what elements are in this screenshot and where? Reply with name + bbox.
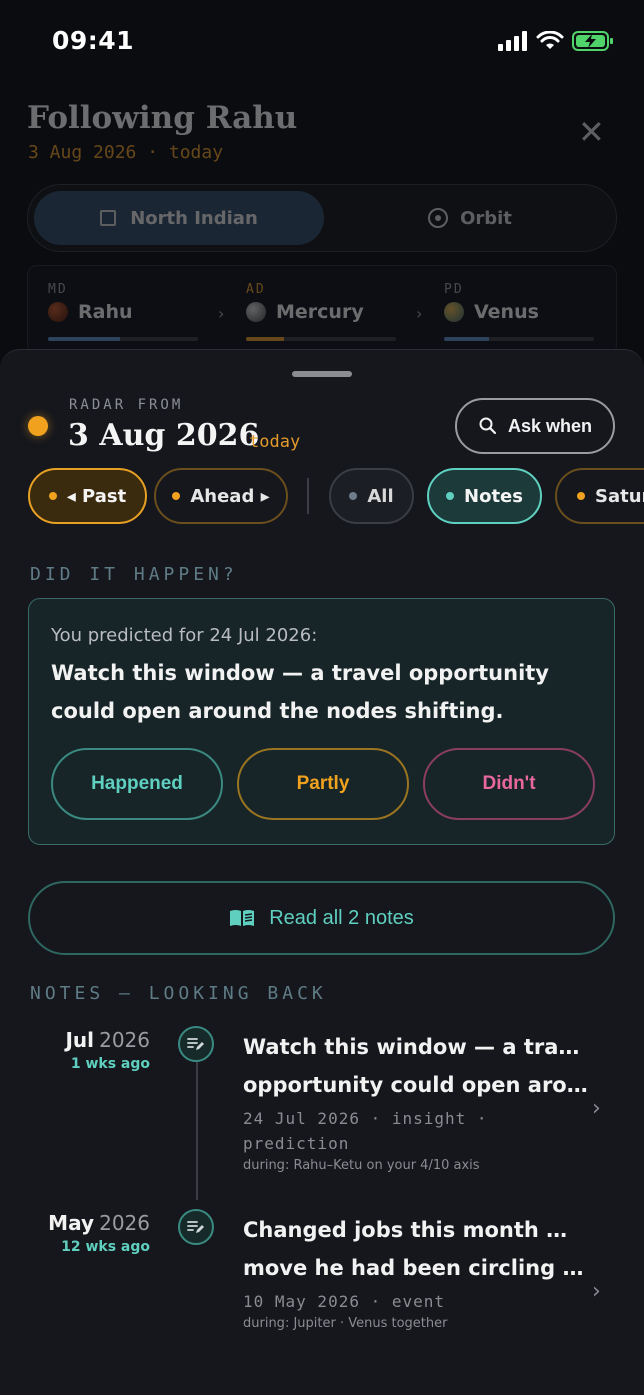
chip-dot (349, 492, 358, 500)
didnt-button[interactable]: Didn't (423, 748, 595, 820)
dasha-level-label: MD (48, 282, 68, 297)
radar-status-dot (28, 416, 48, 436)
note-item[interactable]: May 2026 12 wks ago Changed jobs this mo… (0, 1209, 644, 1341)
filter-chip-notes[interactable]: Notes (427, 468, 542, 524)
filter-chip-past[interactable]: ◂ Past (28, 468, 147, 524)
view-option-orbit[interactable]: Orbit (328, 191, 612, 245)
cellular-signal-icon (498, 31, 527, 51)
note-title-line: Changed jobs this month — the (243, 1218, 588, 1242)
note-body: Changed jobs this month — the move he ha… (243, 1211, 588, 1331)
chip-label: Notes (464, 485, 523, 507)
background-screen: Following Rahu 3 Aug 2026 · today ✕ Nort… (0, 80, 644, 380)
close-icon[interactable]: ✕ (578, 116, 605, 148)
happened-button[interactable]: Happened (51, 748, 223, 820)
venus-planet-icon (444, 302, 464, 322)
dasha-progress-bar (246, 337, 396, 341)
dasha-md[interactable]: MD Rahu (48, 282, 208, 341)
status-bar: 09:41 (0, 0, 644, 80)
prediction-text: Watch this window — a travel opportunity… (51, 661, 549, 723)
dasha-progress-bar (48, 337, 198, 341)
view-option-label: North Indian (130, 207, 258, 229)
wifi-icon (536, 31, 564, 49)
dasha-pd[interactable]: PD Venus (444, 282, 604, 341)
note-date: Jul 2026 1 wks ago (65, 1028, 150, 1072)
filter-chip-saturn[interactable]: Saturn (555, 468, 644, 524)
page-title: Following Rahu (27, 100, 298, 136)
view-segmented-control: North Indian Orbit (27, 184, 617, 252)
orbit-icon (428, 208, 449, 228)
read-all-label: Read all 2 notes (269, 906, 414, 929)
dasha-ad[interactable]: AD Mercury (246, 282, 406, 341)
ask-when-label: Ask when (507, 415, 593, 436)
note-month: Jul (65, 1028, 94, 1052)
note-year: 2026 (99, 1028, 150, 1052)
chevron-right-icon: › (416, 304, 423, 323)
battery-charging-icon (572, 31, 613, 51)
dasha-level-label: AD (246, 282, 266, 297)
radar-today-badge: today (249, 432, 301, 452)
chip-dot (577, 492, 585, 500)
note-year: 2026 (99, 1211, 150, 1235)
chip-divider (307, 478, 309, 514)
note-during: during: Jupiter · Venus together (243, 1316, 448, 1331)
note-edit-icon (178, 1026, 214, 1062)
radar-date[interactable]: 3 Aug 2026 (68, 418, 259, 453)
dasha-level-label: PD (444, 282, 464, 297)
note-title-line: opportunity could open arou… (243, 1073, 588, 1097)
chip-dot (172, 492, 181, 500)
chip-label: All (367, 485, 394, 507)
open-book-icon (230, 910, 255, 926)
note-during: during: Rahu–Ketu on your 4/10 axis (243, 1158, 480, 1173)
note-item[interactable]: Jul 2026 1 wks ago Watch this window — a… (0, 1026, 644, 1173)
chip-label: ◂ Past (66, 485, 127, 507)
chevron-right-icon: › (218, 304, 225, 323)
chip-dot (48, 492, 57, 500)
did-it-happen-heading: DID IT HAPPEN? (30, 564, 238, 585)
ask-when-button[interactable]: Ask when (455, 398, 615, 454)
square-chart-icon (100, 210, 117, 226)
chip-label: Ahead ▸ (190, 485, 270, 507)
dasha-strip: MD Rahu › AD Mercury › PD Venus (27, 265, 617, 355)
note-age: 1 wks ago (70, 1056, 150, 1072)
status-time: 09:41 (52, 26, 135, 55)
note-meta: 24 Jul 2026 · insight · (243, 1109, 488, 1128)
status-icons (498, 30, 614, 52)
read-all-notes-button[interactable]: Read all 2 notes (28, 881, 615, 955)
filter-chip-ahead[interactable]: Ahead ▸ (154, 468, 288, 524)
partly-button[interactable]: Partly (237, 748, 409, 820)
chevron-right-icon: › (592, 1096, 601, 1121)
dasha-planet-name: Venus (474, 301, 539, 323)
note-title-line: move he had been circling fo… (243, 1256, 588, 1280)
rahu-planet-icon (48, 302, 68, 322)
radar-label: RADAR FROM (69, 397, 184, 413)
chip-label: Saturn (595, 485, 644, 507)
note-body: Watch this window — a travel opportunity… (243, 1028, 588, 1173)
note-edit-icon (178, 1209, 214, 1245)
dasha-planet-name: Rahu (78, 301, 133, 323)
mercury-planet-icon (246, 302, 266, 322)
note-title-line: Watch this window — a travel (243, 1035, 588, 1059)
note-meta: prediction (243, 1134, 350, 1153)
notes-looking-back-heading: NOTES — LOOKING BACK (30, 983, 327, 1004)
dasha-planet-name: Mercury (276, 301, 364, 323)
page-subtitle: 3 Aug 2026 · today (28, 142, 224, 163)
view-option-label: Orbit (460, 207, 512, 229)
filter-chip-all[interactable]: All (329, 468, 414, 524)
radar-sheet: RADAR FROM 3 Aug 2026 today Ask when ◂ P… (0, 349, 644, 1395)
note-date: May 2026 12 wks ago (48, 1211, 150, 1255)
dasha-progress-bar (444, 337, 594, 341)
view-option-north-indian[interactable]: North Indian (34, 191, 324, 245)
chip-dot (446, 492, 455, 500)
note-month: May (48, 1211, 94, 1235)
note-meta: 10 May 2026 · event (243, 1292, 446, 1311)
search-icon (479, 417, 497, 435)
prediction-card: You predicted for 24 Jul 2026: Watch thi… (28, 598, 615, 845)
note-age: 12 wks ago (61, 1239, 150, 1255)
prediction-question: You predicted for 24 Jul 2026: (51, 625, 318, 646)
sheet-grabber[interactable] (292, 371, 352, 377)
chevron-right-icon: › (592, 1279, 601, 1304)
